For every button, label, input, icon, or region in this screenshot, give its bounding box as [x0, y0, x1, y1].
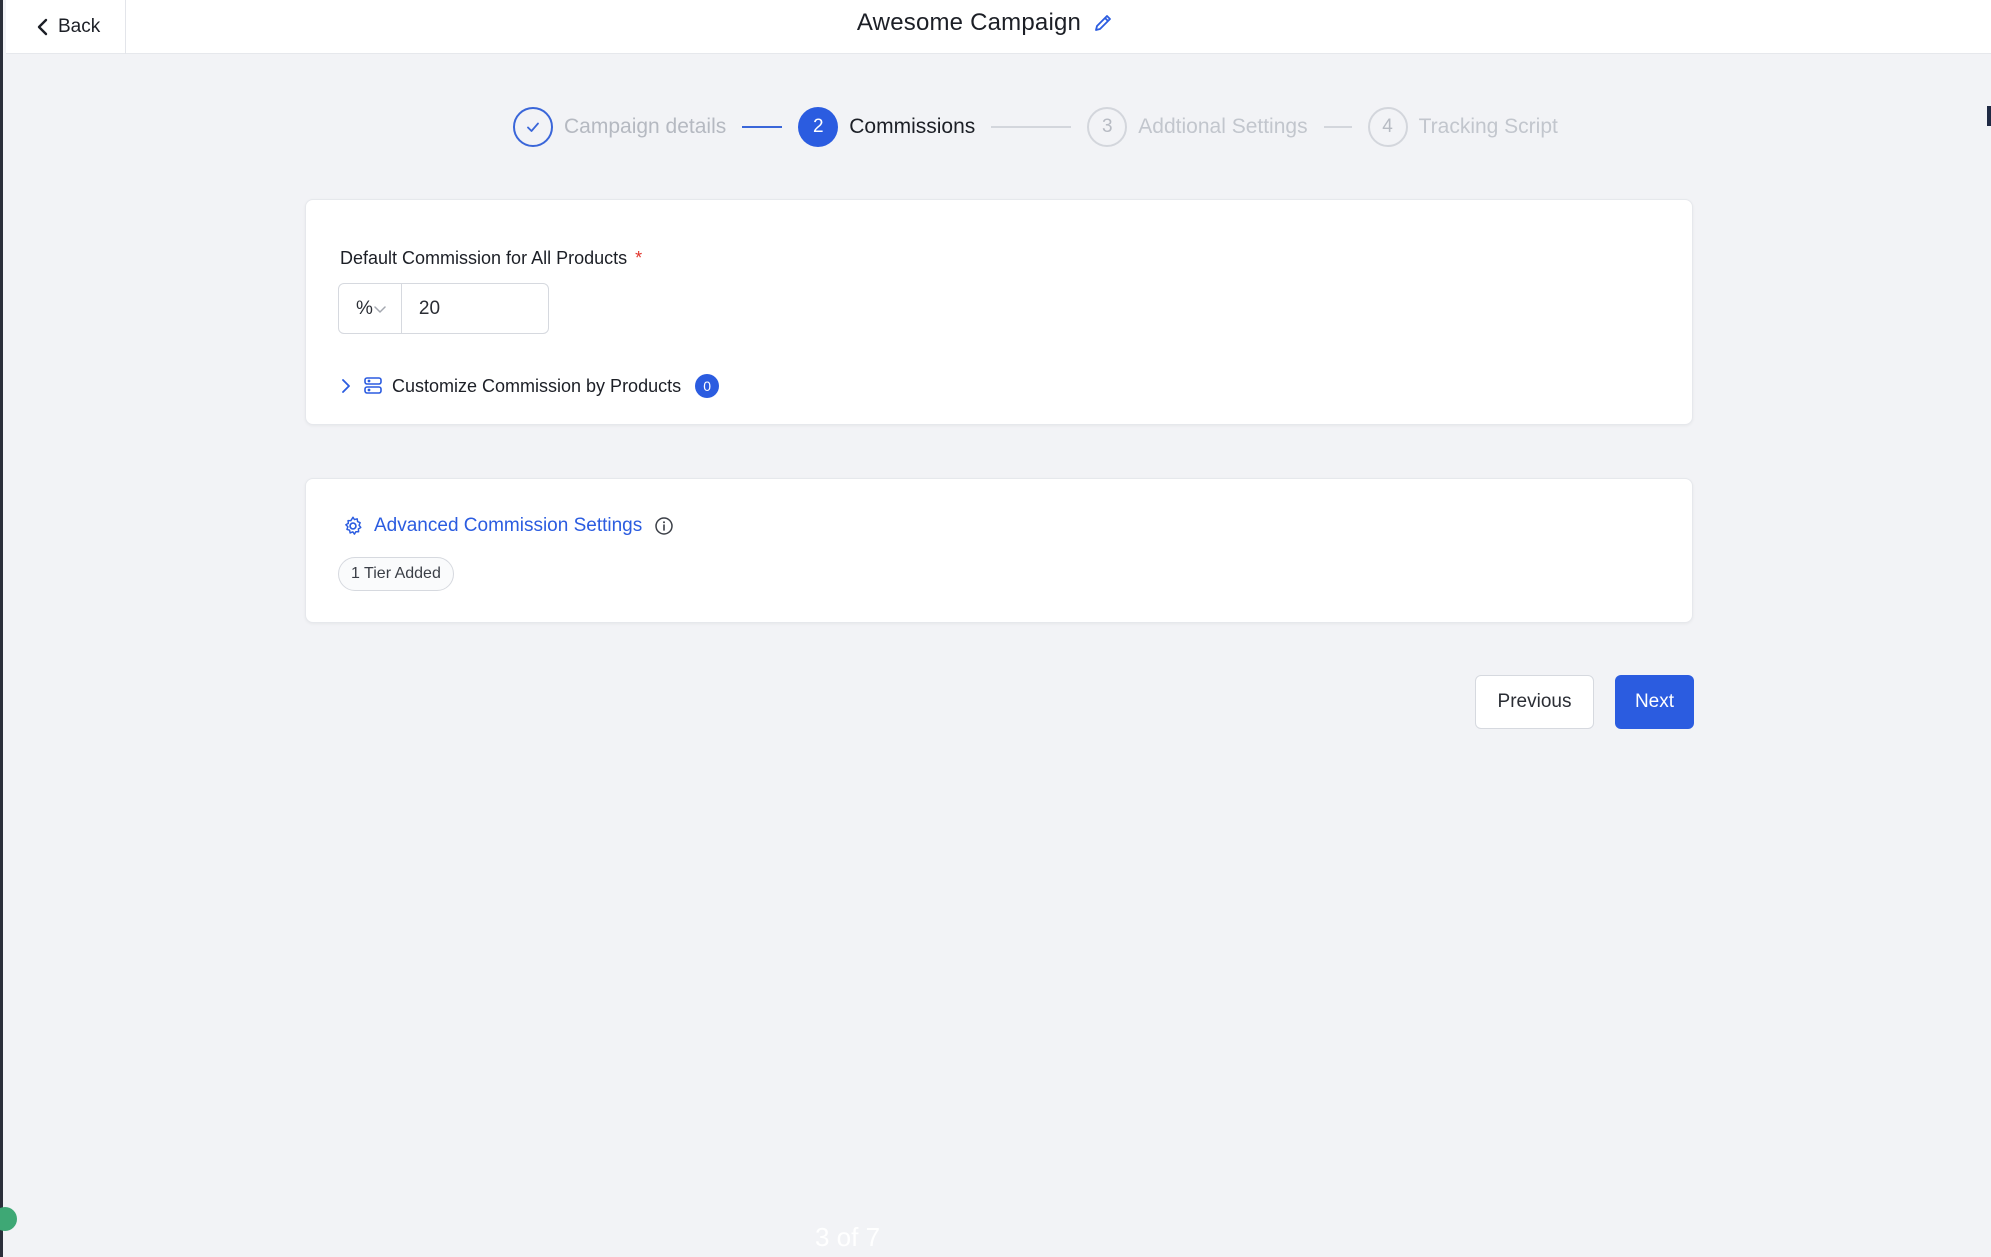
step-label: Campaign details	[564, 115, 727, 138]
advanced-settings-link[interactable]: Advanced Commission Settings	[374, 515, 642, 537]
chevron-down-icon	[374, 305, 386, 313]
step-connector	[742, 126, 783, 128]
top-bar: Back Awesome Campaign	[6, 0, 1991, 54]
step-label: Commissions	[849, 115, 976, 138]
count-badge: 0	[695, 374, 720, 398]
pencil-icon[interactable]	[1093, 13, 1113, 33]
info-icon[interactable]	[654, 516, 674, 536]
step-campaign-details[interactable]: Campaign details	[513, 107, 726, 147]
page-counter: 3 of 7	[815, 1222, 881, 1252]
step-connector	[991, 126, 1072, 128]
commission-input-group: %	[338, 283, 664, 334]
default-commission-card: Default Commission for All Products * % C…	[305, 199, 1693, 425]
step-label: Tracking Script	[1418, 115, 1558, 138]
gear-icon	[345, 516, 362, 535]
side-handle[interactable]	[0, 1207, 17, 1231]
advanced-settings-header: Advanced Commission Settings	[342, 511, 674, 541]
step-connector	[1323, 126, 1352, 128]
progress-stepper: Campaign details 2 Commissions 3 Addtion…	[513, 105, 1558, 149]
checkmark-icon	[513, 107, 553, 147]
commission-unit-select[interactable]: %	[339, 284, 402, 333]
step-label: Addtional Settings	[1138, 115, 1308, 138]
customize-label: Customize Commission by Products	[392, 375, 682, 396]
app-frame: Back Awesome Campaign Campaign details 2	[0, 0, 1991, 1257]
step-number: 4	[1367, 107, 1408, 147]
step-tracking-script[interactable]: 4 Tracking Script	[1367, 107, 1558, 147]
step-commissions[interactable]: 2 Commissions	[798, 107, 975, 147]
next-button[interactable]: Next	[1615, 675, 1694, 729]
tier-added-pill: 1 Tier Added	[338, 557, 454, 591]
customize-commission-toggle[interactable]: Customize Commission by Products 0	[340, 371, 720, 401]
products-icon	[364, 377, 382, 394]
default-commission-label: Default Commission for All Products *	[340, 248, 642, 269]
unit-selected-value: %	[356, 297, 373, 319]
advanced-settings-card: Advanced Commission Settings 1 Tier Adde…	[305, 478, 1693, 623]
title-area: Awesome Campaign	[6, 0, 1991, 46]
chevron-right-icon	[342, 379, 350, 393]
step-number: 3	[1087, 107, 1128, 147]
commission-value-input[interactable]	[401, 284, 664, 333]
step-number: 2	[798, 107, 839, 147]
previous-button[interactable]: Previous	[1475, 675, 1594, 729]
required-marker: *	[635, 248, 643, 268]
step-additional-settings[interactable]: 3 Addtional Settings	[1087, 107, 1308, 147]
edge-marker	[1987, 106, 1991, 126]
field-label-text: Default Commission for All Products	[340, 248, 628, 268]
page-title: Awesome Campaign	[856, 9, 1082, 36]
